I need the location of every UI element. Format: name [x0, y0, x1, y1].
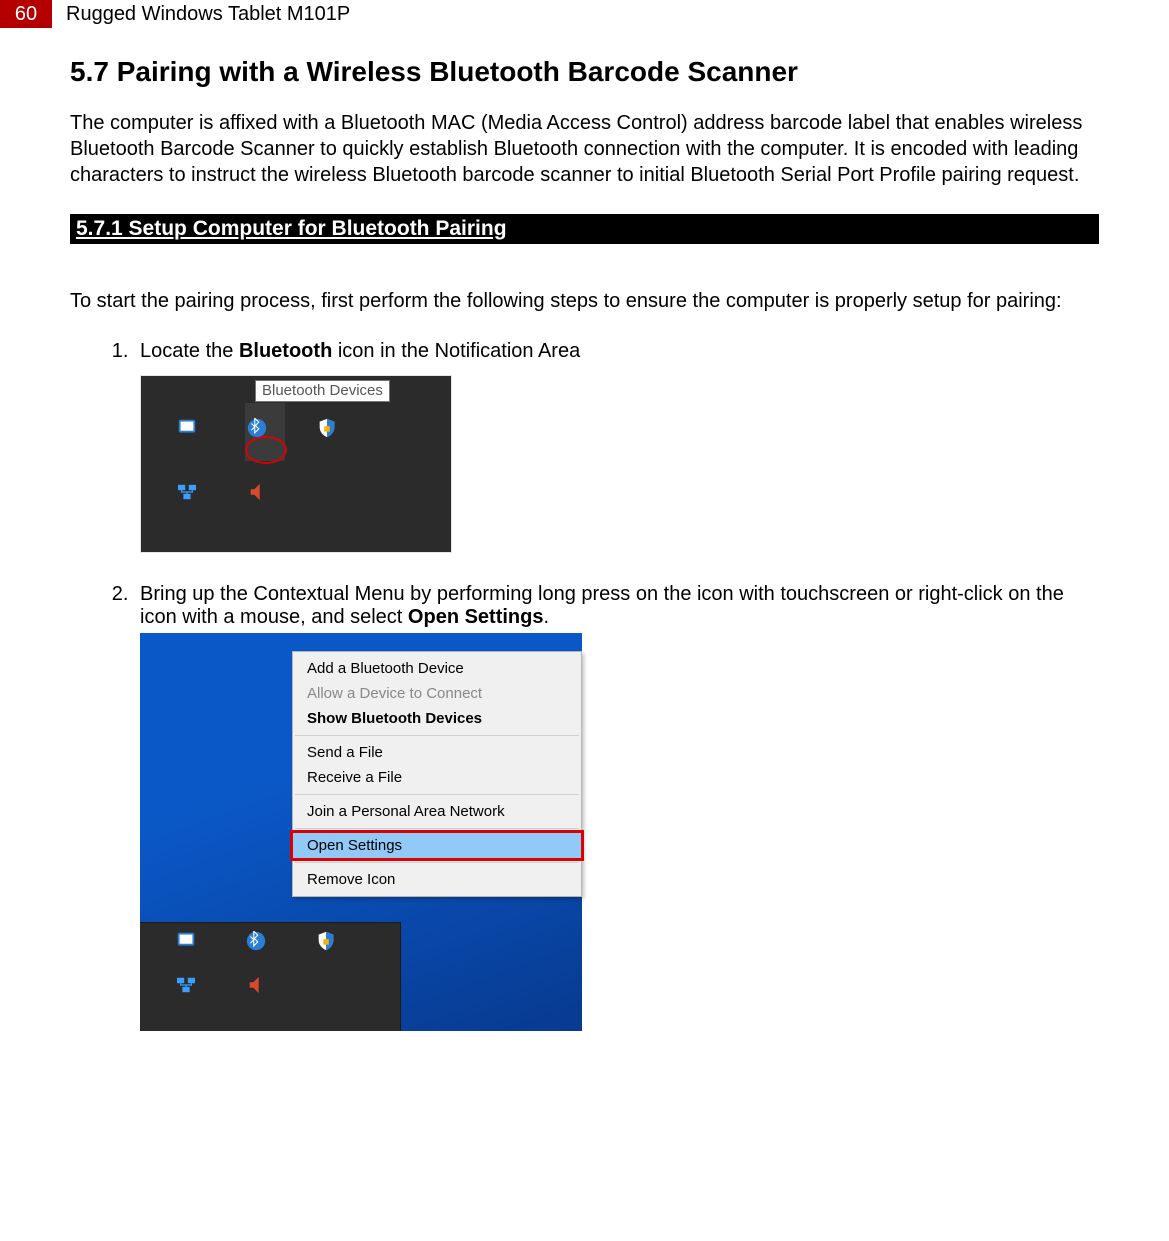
step-2: Bring up the Contextual Menu by performi… [134, 583, 1099, 1031]
ctx-open-settings[interactable]: Open Settings [293, 833, 581, 858]
step1-text-before: Locate the [140, 340, 239, 362]
ctx-send-file[interactable]: Send a File [293, 740, 581, 765]
system-tray-panel [140, 922, 401, 1031]
section-intro: The computer is affixed with a Bluetooth… [70, 110, 1099, 188]
ctx-separator [295, 828, 579, 829]
document-title: Rugged Windows Tablet M101P [52, 0, 350, 28]
security-shield-icon[interactable] [314, 929, 338, 953]
ctx-open-settings-wrap: Open Settings [293, 833, 581, 858]
ctx-separator [295, 862, 579, 863]
page-content: 5.7 Pairing with a Wireless Bluetooth Ba… [0, 28, 1169, 1031]
speaker-icon[interactable] [245, 480, 269, 504]
screenshot-context-menu: Add a Bluetooth Device Allow a Device to… [140, 633, 582, 1031]
step1-text-bold: Bluetooth [239, 340, 332, 362]
ctx-separator [295, 794, 579, 795]
security-shield-icon[interactable] [315, 416, 339, 440]
action-center-icon[interactable] [174, 929, 198, 953]
step2-text-bold: Open Settings [408, 606, 544, 628]
step2-text-after: . [544, 606, 550, 628]
steps-list: Locate the Bluetooth icon in the Notific… [70, 340, 1099, 1031]
page-number: 60 [0, 0, 52, 28]
ctx-remove-icon[interactable]: Remove Icon [293, 867, 581, 892]
bluetooth-context-menu: Add a Bluetooth Device Allow a Device to… [292, 651, 582, 897]
page-header: 60 Rugged Windows Tablet M101P [0, 0, 1169, 28]
screenshot-tray-tooltip: Bluetooth Devices [140, 375, 452, 553]
ctx-show-devices[interactable]: Show Bluetooth Devices [293, 706, 581, 731]
step1-text-after: icon in the Notification Area [332, 340, 580, 362]
system-tray-icons-2 [174, 929, 370, 1013]
speaker-icon[interactable] [244, 973, 268, 997]
subsection-lead: To start the pairing process, first perf… [70, 288, 1099, 314]
bluetooth-tooltip: Bluetooth Devices [255, 380, 390, 402]
bluetooth-icon[interactable] [244, 929, 268, 953]
system-tray-icons [175, 416, 371, 528]
ctx-separator [295, 735, 579, 736]
action-center-icon[interactable] [175, 416, 199, 440]
section-title: 5.7 Pairing with a Wireless Bluetooth Ba… [70, 56, 1099, 88]
ctx-add-device[interactable]: Add a Bluetooth Device [293, 656, 581, 681]
ctx-join-pan[interactable]: Join a Personal Area Network [293, 799, 581, 824]
step-1: Locate the Bluetooth icon in the Notific… [134, 340, 1099, 553]
red-circle-annotation [245, 436, 287, 464]
step2-text-before: Bring up the Contextual Menu by performi… [140, 583, 1064, 628]
ctx-allow-connect[interactable]: Allow a Device to Connect [293, 681, 581, 706]
subsection-heading: 5.7.1 Setup Computer for Bluetooth Pairi… [70, 214, 1099, 244]
ctx-receive-file[interactable]: Receive a File [293, 765, 581, 790]
network-icon[interactable] [174, 973, 198, 997]
network-icon[interactable] [175, 480, 199, 504]
